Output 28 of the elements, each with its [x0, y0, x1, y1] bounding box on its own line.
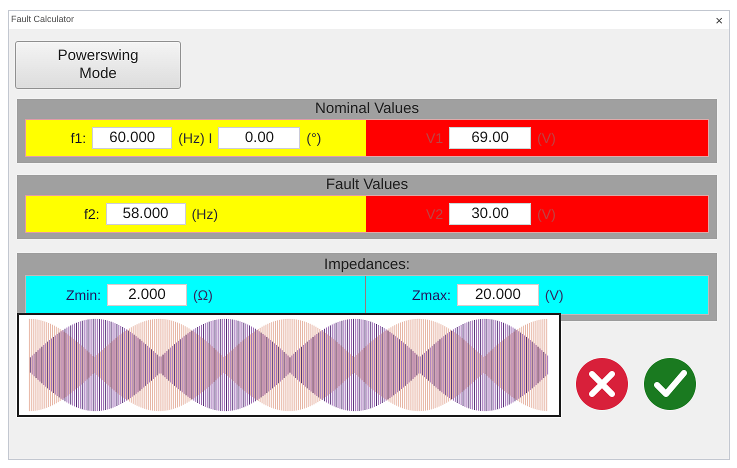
cancel-icon[interactable]: [575, 357, 629, 411]
value-field[interactable]: 69.00: [449, 127, 532, 149]
field-label: Zmin:: [66, 286, 101, 304]
field-label: f1:: [70, 128, 86, 148]
mode-button[interactable]: Powerswing Mode: [15, 41, 181, 89]
value-field[interactable]: 60.000: [92, 127, 172, 149]
value-field[interactable]: 58.000: [106, 203, 186, 225]
value-field[interactable]: 20.000: [456, 284, 539, 306]
confirm-icon[interactable]: [643, 357, 697, 411]
field-label: (V): [537, 128, 556, 148]
value-field[interactable]: 2.000: [107, 284, 187, 306]
field-label: (Ω): [193, 286, 213, 305]
close-button[interactable]: ×: [711, 14, 727, 26]
field-label: V1: [426, 128, 444, 148]
panel-title: Fault Values: [324, 175, 410, 195]
field-label: (V): [537, 204, 556, 224]
field-label: (Hz) I: [178, 128, 212, 148]
field-label: (V): [544, 286, 564, 305]
value-field[interactable]: 0.00: [218, 127, 300, 149]
field-label: V2: [426, 204, 444, 224]
field-label: f2:: [84, 204, 100, 224]
value-field[interactable]: 30.00: [449, 203, 532, 225]
window-title: Fault Calculator: [11, 13, 74, 26]
field-label: Zmax:: [412, 286, 451, 304]
panel-title: Impedances:: [323, 255, 411, 275]
panel-title: Nominal Values: [314, 99, 420, 119]
field-label: (Hz): [192, 204, 218, 224]
field-label: (°): [306, 128, 322, 148]
